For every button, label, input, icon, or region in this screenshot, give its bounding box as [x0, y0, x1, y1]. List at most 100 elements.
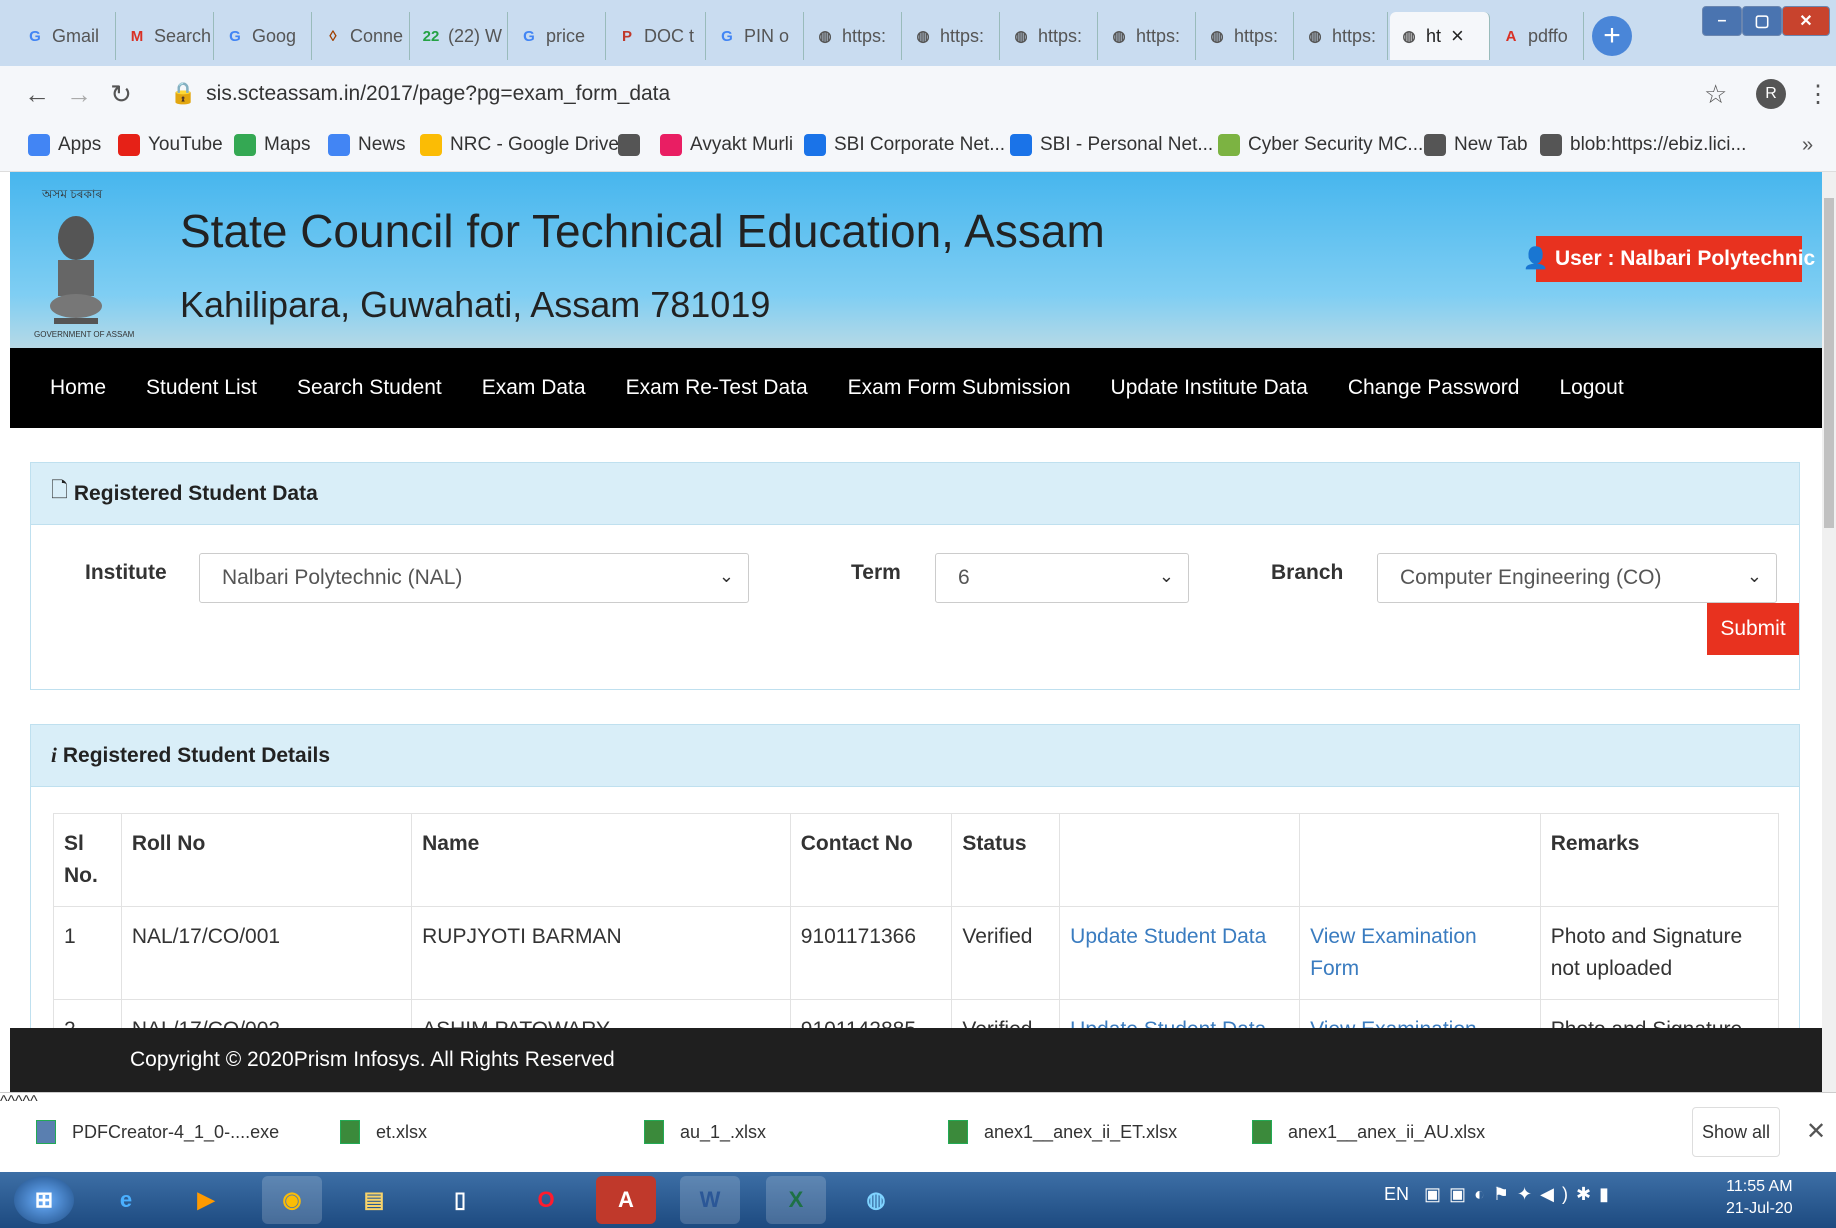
bookmark-item[interactable]: YouTube: [118, 134, 223, 156]
nav-item[interactable]: Update Institute Data: [1111, 376, 1308, 400]
bookmark-item[interactable]: [618, 134, 648, 156]
submit-button[interactable]: Submit: [1707, 603, 1799, 655]
back-button[interactable]: ←: [16, 79, 58, 110]
view-examination-form-link[interactable]: View Examination Form: [1310, 1018, 1477, 1028]
institute-select[interactable]: Nalbari Polytechnic (NAL) ⌄: [199, 553, 749, 603]
browser-tab[interactable]: Gprice: [510, 12, 606, 60]
bookmark-star-icon[interactable]: ☆: [1704, 79, 1727, 110]
download-filename: au_1_.xlsx: [680, 1121, 767, 1142]
media-player-icon[interactable]: ▶: [176, 1176, 236, 1224]
bookmark-label: News: [358, 134, 406, 155]
url-field[interactable]: 🔒 sis.scteassam.in/2017/page?pg=exam_form…: [170, 82, 670, 106]
chevron-up-icon[interactable]: ^: [0, 1093, 8, 1110]
chrome-icon[interactable]: ◉: [262, 1176, 322, 1224]
browser-tab[interactable]: Apdffo: [1492, 12, 1584, 60]
update-student-data-link[interactable]: Update Student Data: [1070, 925, 1266, 948]
download-item[interactable]: et.xlsx: [340, 1107, 427, 1157]
download-item[interactable]: anex1__anex_ii_ET.xlsx: [948, 1107, 1177, 1157]
user-button[interactable]: 👤 User : Nalbari Polytechnic: [1523, 236, 1815, 282]
close-downloads-icon[interactable]: ✕: [1806, 1117, 1826, 1146]
bookmarks-bar: Apps YouTube Maps News NRC - Google Drive Avy…: [0, 122, 1836, 172]
branch-select[interactable]: Computer Engineering (CO) ⌄: [1377, 553, 1777, 603]
scrollbar-thumb[interactable]: [1824, 198, 1834, 528]
table-cell: RUPJYOTI BARMAN: [411, 906, 791, 1000]
browser-menu-icon[interactable]: ⋮: [1806, 80, 1830, 109]
forward-button[interactable]: →: [58, 79, 100, 110]
nav-item[interactable]: Change Password: [1348, 376, 1520, 400]
browser-tab[interactable]: G Gmail: [16, 12, 116, 60]
page-scrollbar[interactable]: [1822, 172, 1836, 1092]
browser-tab[interactable]: G PIN o: [708, 12, 804, 60]
browser-tab[interactable]: G Goog: [216, 12, 312, 60]
opera-icon[interactable]: O: [516, 1176, 576, 1224]
new-tab-button[interactable]: +: [1592, 16, 1632, 56]
term-select[interactable]: 6 ⌄: [935, 553, 1189, 603]
browser-tab[interactable]: ◍ https:: [1198, 12, 1294, 60]
bookmarks-overflow-icon[interactable]: »: [1802, 134, 1813, 157]
globe-icon[interactable]: ◍: [846, 1176, 906, 1224]
system-tray-icons[interactable]: ▣▣◐⚑✦◀)✱▮: [1424, 1184, 1617, 1205]
file-explorer-icon[interactable]: ▤: [344, 1176, 404, 1224]
language-indicator[interactable]: EN: [1384, 1184, 1409, 1205]
bookmark-item[interactable]: NRC - Google Drive: [420, 134, 619, 156]
name-cell: RUPJYOTI BARMAN: [422, 925, 622, 948]
branch-label: Branch: [1271, 561, 1344, 584]
bookmark-item[interactable]: SBI Corporate Net...: [804, 134, 1005, 156]
bookmark-item[interactable]: Cyber Security MC...: [1218, 134, 1423, 156]
download-item[interactable]: anex1__anex_ii_AU.xlsx: [1252, 1107, 1485, 1157]
start-button[interactable]: ⊞: [14, 1176, 74, 1224]
chevron-up-icon[interactable]: ^: [15, 1093, 23, 1110]
browser-tab[interactable]: 22 (22) W: [412, 12, 508, 60]
bookmark-item[interactable]: New Tab: [1424, 134, 1528, 156]
chevron-up-icon[interactable]: ^: [23, 1093, 31, 1110]
bookmark-item[interactable]: Avyakt Murli: [660, 134, 793, 156]
browser-tab[interactable]: ◍ https:: [806, 12, 902, 60]
nav-item[interactable]: Exam Re-Test Data: [626, 376, 808, 400]
bookmark-item[interactable]: News: [328, 134, 406, 156]
bookmark-favicon-icon: [234, 134, 256, 156]
download-item[interactable]: au_1_.xlsx: [644, 1107, 766, 1157]
show-all-downloads-button[interactable]: Show all: [1692, 1107, 1780, 1157]
browser-tab[interactable]: ◍ https:: [1296, 12, 1388, 60]
profile-avatar[interactable]: R: [1756, 79, 1786, 109]
bookmark-favicon-icon: [118, 134, 140, 156]
taskbar-clock[interactable]: 11:55 AM 21-Jul-20: [1726, 1176, 1793, 1220]
maximize-button[interactable]: ▢: [1742, 6, 1782, 36]
browser-tab[interactable]: P DOC t: [608, 12, 706, 60]
chevron-up-icon[interactable]: ^: [8, 1093, 16, 1110]
download-item[interactable]: PDFCreator-4_1_0-....exe: [36, 1107, 279, 1157]
download-filename: anex1__anex_ii_ET.xlsx: [984, 1121, 1178, 1142]
nav-item[interactable]: Search Student: [297, 376, 442, 400]
view-examination-form-link[interactable]: View Examination Form: [1310, 925, 1477, 980]
chevron-down-icon: ⌄: [718, 566, 734, 586]
update-student-data-link[interactable]: Update Student Data: [1070, 1018, 1266, 1028]
nav-item[interactable]: Student List: [146, 376, 257, 400]
lock-icon: 🔒: [170, 82, 197, 105]
bookmark-item[interactable]: Maps: [234, 134, 310, 156]
minimize-button[interactable]: –: [1702, 6, 1742, 36]
browser-tab[interactable]: ◍ https:: [1002, 12, 1098, 60]
browser-tab[interactable]: ◊ Conne: [314, 12, 410, 60]
nav-item[interactable]: Home: [50, 376, 106, 400]
acrobat-icon[interactable]: A: [596, 1176, 656, 1224]
bookmark-item[interactable]: SBI - Personal Net...: [1010, 134, 1213, 156]
browser-tab[interactable]: ◍ ht ×: [1390, 12, 1490, 60]
column-header: Status: [951, 813, 1061, 907]
close-tab-icon[interactable]: ×: [1451, 23, 1464, 49]
browser-tab[interactable]: ◍ https:: [1100, 12, 1196, 60]
reload-button[interactable]: ↻: [100, 79, 142, 110]
browser-tab[interactable]: ◍ https:: [904, 12, 1000, 60]
bookmark-item[interactable]: Apps: [28, 134, 101, 156]
blank-document-icon[interactable]: ▯: [430, 1176, 490, 1224]
word-icon[interactable]: W: [680, 1176, 740, 1224]
bookmark-label: New Tab: [1454, 134, 1528, 155]
nav-item[interactable]: Exam Data: [482, 376, 586, 400]
bookmark-item[interactable]: blob:https://ebiz.lici...: [1540, 134, 1746, 156]
browser-tab[interactable]: M Search: [118, 12, 214, 60]
excel-icon[interactable]: X: [766, 1176, 826, 1224]
user-label: User : Nalbari Polytechnic: [1554, 247, 1816, 270]
nav-item[interactable]: Exam Form Submission: [848, 376, 1071, 400]
internet-explorer-icon[interactable]: e: [96, 1176, 156, 1224]
nav-item[interactable]: Logout: [1559, 376, 1623, 400]
close-window-button[interactable]: ✕: [1782, 6, 1830, 36]
